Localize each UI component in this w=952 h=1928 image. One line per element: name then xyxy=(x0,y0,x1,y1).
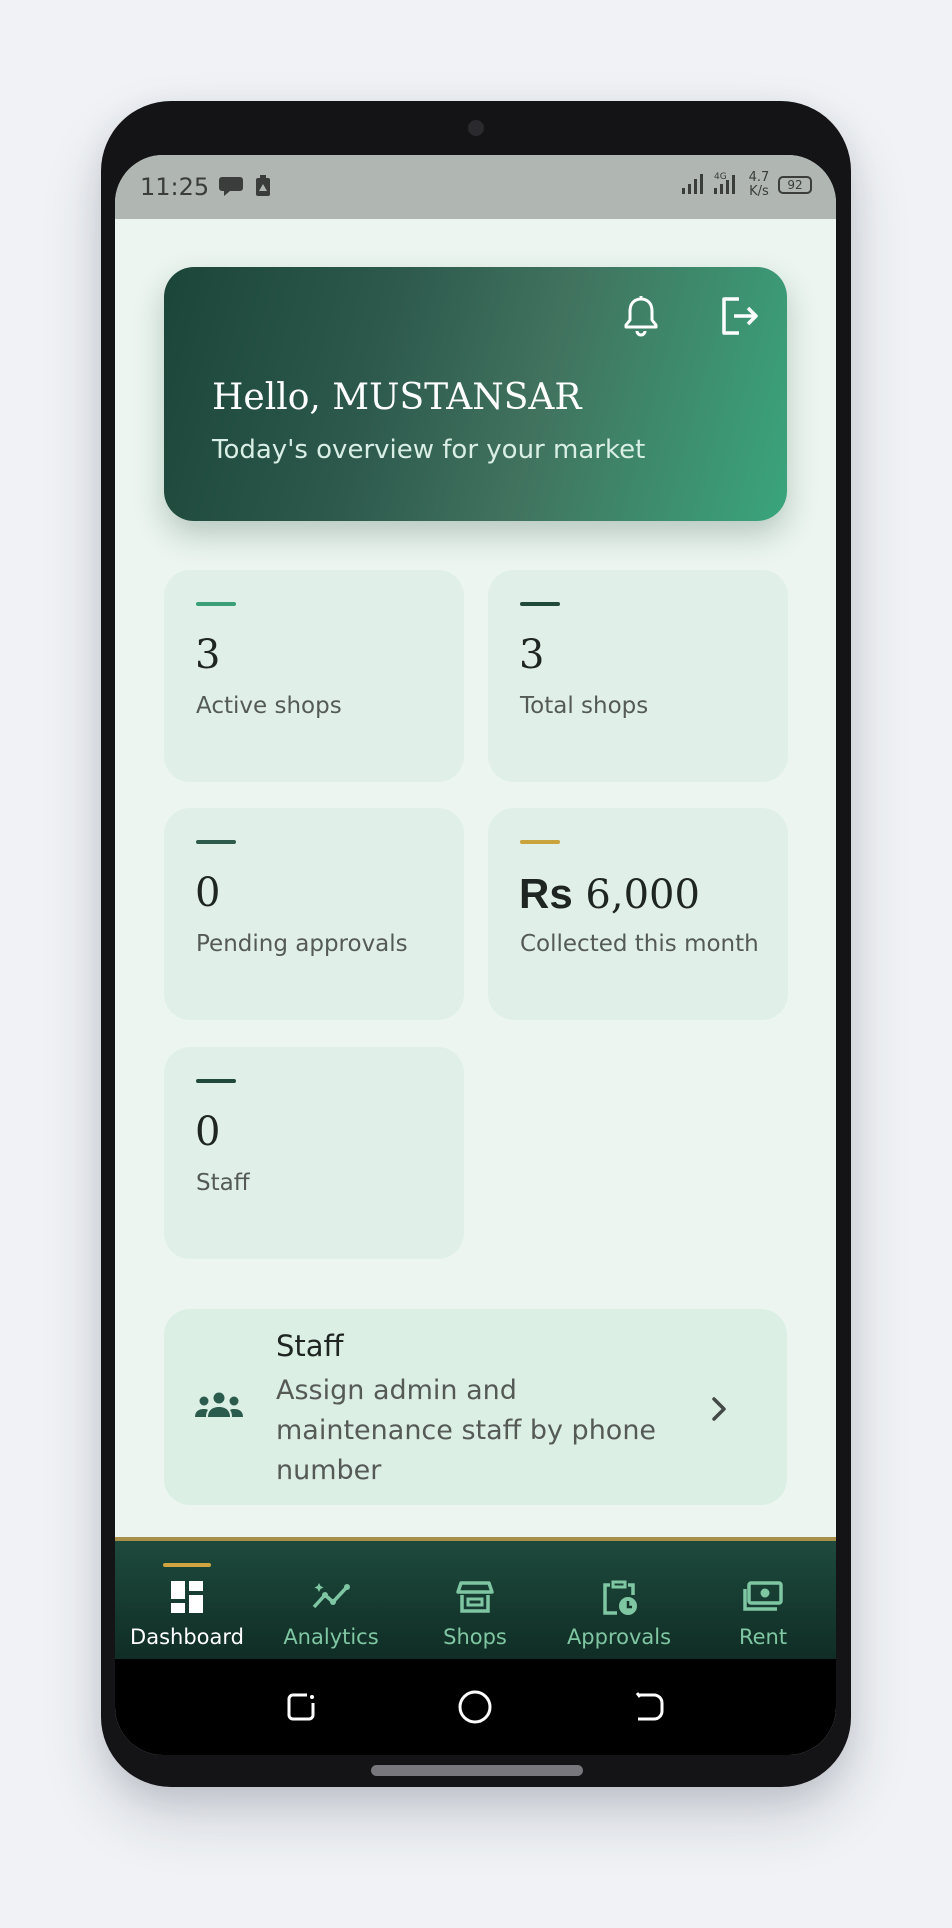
stat-card-total-shops[interactable]: 3 Total shops xyxy=(488,570,788,782)
drive-notification-icon xyxy=(255,175,271,201)
stat-label: Staff xyxy=(196,1170,250,1196)
stat-label: Pending approvals xyxy=(196,931,408,957)
stat-value: 0 xyxy=(195,870,221,916)
nav-label: Analytics xyxy=(283,1625,379,1649)
bottom-navigation: Dashboard Analytics Shops Approvals Rent xyxy=(115,1537,836,1663)
nav-dashboard[interactable]: Dashboard xyxy=(115,1541,259,1663)
people-icon xyxy=(194,1391,244,1423)
chat-notification-icon xyxy=(219,175,245,201)
battery-icon: 92 xyxy=(778,176,812,194)
nav-approvals[interactable]: Approvals xyxy=(547,1541,691,1663)
bell-icon[interactable] xyxy=(623,295,659,341)
recent-apps-icon[interactable] xyxy=(283,1689,319,1729)
approvals-icon xyxy=(599,1577,639,1621)
stat-card-collected[interactable]: Rs 6,000 Collected this month xyxy=(488,808,788,1020)
status-time: 11:25 xyxy=(140,173,210,201)
staff-card-title: Staff xyxy=(276,1329,344,1363)
nav-label: Dashboard xyxy=(130,1625,244,1649)
nav-label: Rent xyxy=(738,1625,788,1649)
stat-value: 3 xyxy=(195,632,221,678)
currency-label: Rs xyxy=(519,870,573,917)
home-pill xyxy=(371,1765,583,1776)
back-button-icon[interactable] xyxy=(632,1689,668,1729)
stat-card-active-shops[interactable]: 3 Active shops xyxy=(164,570,464,782)
analytics-icon xyxy=(311,1577,353,1621)
greeting-title: Hello, MUSTANSAR xyxy=(212,377,582,418)
stat-card-pending-approvals[interactable]: 0 Pending approvals xyxy=(164,808,464,1020)
svg-text:4G: 4G xyxy=(714,172,727,182)
amount-value: 6,000 xyxy=(585,872,700,918)
stat-label: Collected this month xyxy=(520,931,759,957)
camera-dot xyxy=(468,120,484,136)
card-accent-bar xyxy=(520,602,560,606)
stat-value: 0 xyxy=(195,1109,221,1155)
signal-icon xyxy=(682,172,706,198)
battery-level: 92 xyxy=(787,178,803,192)
status-bar: 11:25 4G 4.7 K/s 92 xyxy=(115,155,836,219)
nav-shops[interactable]: Shops xyxy=(403,1541,547,1663)
network-speed: 4.7 K/s xyxy=(748,170,770,199)
shop-icon xyxy=(455,1577,495,1621)
stat-value: 3 xyxy=(519,632,545,678)
stat-label: Total shops xyxy=(520,693,649,719)
greeting-card: Hello, MUSTANSAR Today's overview for yo… xyxy=(164,267,787,521)
logout-icon[interactable] xyxy=(719,295,759,341)
stat-card-staff[interactable]: 0 Staff xyxy=(164,1047,464,1259)
staff-card[interactable]: Staff Assign admin and maintenance staff… xyxy=(164,1309,787,1505)
card-accent-bar xyxy=(196,840,236,844)
app-screen: 11:25 4G 4.7 K/s 92 Hello, MUSTANSAR Tod… xyxy=(115,155,836,1755)
system-navigation-bar xyxy=(115,1659,836,1755)
stat-label: Active shops xyxy=(196,693,342,719)
card-accent-bar xyxy=(196,602,236,606)
nav-label: Approvals xyxy=(566,1625,672,1649)
active-indicator xyxy=(163,1563,211,1567)
dashboard-icon xyxy=(167,1577,207,1621)
chevron-right-icon xyxy=(709,1395,729,1427)
greeting-subtitle: Today's overview for your market xyxy=(212,435,646,465)
staff-card-description: Assign admin and maintenance staff by ph… xyxy=(276,1375,657,1486)
card-accent-bar xyxy=(196,1079,236,1083)
home-button-icon[interactable] xyxy=(457,1689,493,1729)
nav-label: Shops xyxy=(443,1625,507,1649)
nav-analytics[interactable]: Analytics xyxy=(259,1541,403,1663)
card-accent-bar xyxy=(520,840,560,844)
nav-rent[interactable]: Rent xyxy=(691,1541,835,1663)
cash-icon xyxy=(743,1577,785,1621)
stat-value: Rs 6,000 xyxy=(519,870,700,918)
signal-4g-icon: 4G xyxy=(712,171,740,199)
